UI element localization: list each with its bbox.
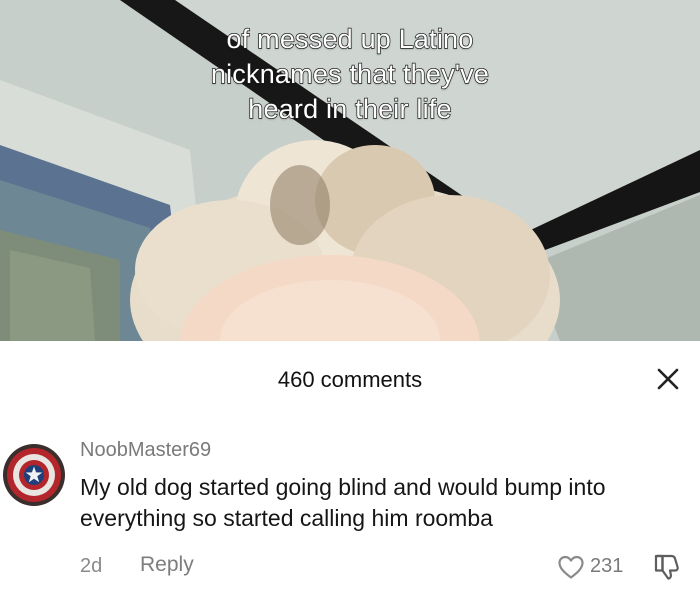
avatar[interactable] (3, 444, 65, 506)
comment-username[interactable]: NoobMaster69 (80, 439, 211, 462)
video-frame[interactable]: of messed up Latino nicknames that they'… (0, 0, 700, 341)
video-caption: of messed up Latino nicknames that they'… (0, 22, 700, 127)
caption-line: of messed up Latino (226, 23, 474, 54)
caption-line: nicknames that they've (210, 58, 490, 89)
comments-count-title: 460 comments (277, 367, 423, 392)
heart-outline-icon[interactable] (557, 554, 585, 580)
reply-button[interactable]: Reply (140, 553, 194, 577)
close-icon[interactable] (651, 362, 685, 396)
like-count: 231 (590, 555, 624, 577)
comment-text: My old dog started going blind and would… (80, 474, 606, 531)
caption-line: heard in their life (248, 93, 453, 124)
thumbs-down-icon[interactable] (653, 552, 683, 582)
comment-timestamp: 2d (80, 555, 103, 577)
comments-panel: 460 comments NoobMaster69 My old dog sta… (0, 341, 700, 609)
captain-america-shield-avatar (3, 444, 65, 506)
